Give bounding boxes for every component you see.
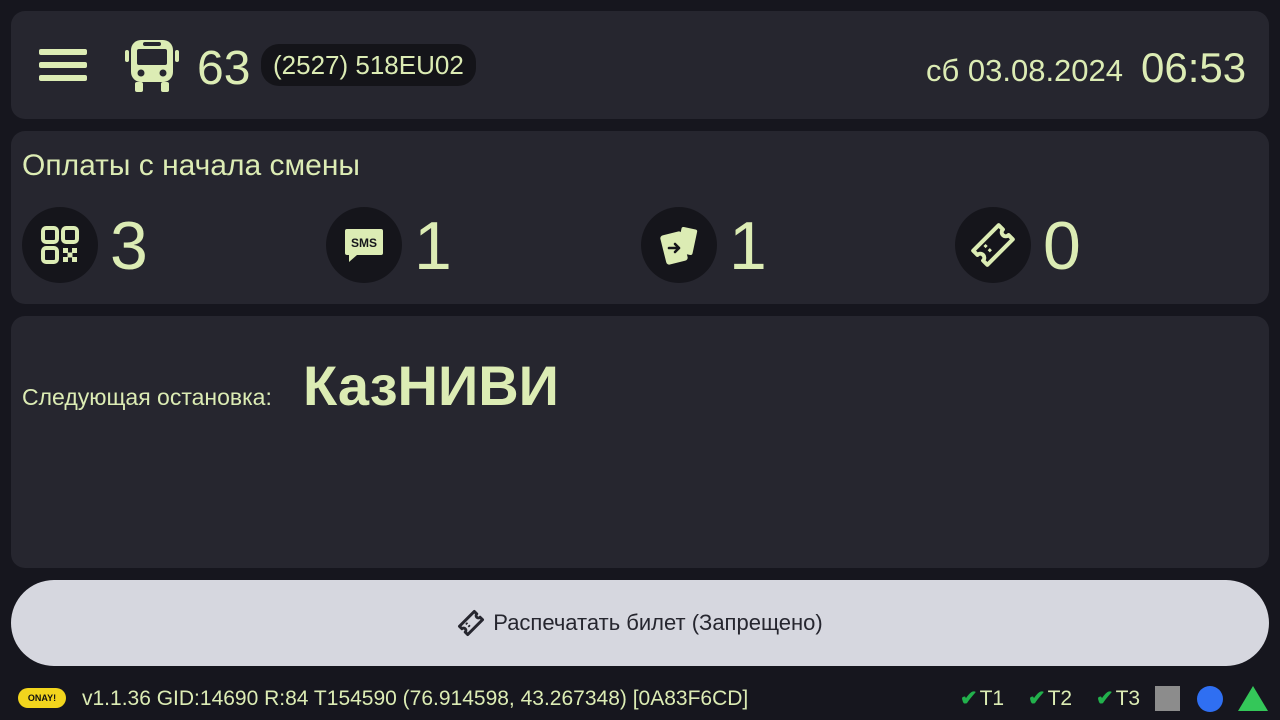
route-number: 63 (197, 42, 251, 95)
qr-code-icon (22, 207, 98, 283)
terminal-t2-status: ✔ T2 (1028, 687, 1073, 710)
vehicle-id-badge: (2527) 518EU02 (261, 44, 476, 86)
gps-status-triangle (1238, 686, 1268, 711)
print-ticket-label: Распечатать билет (Запрещено) (493, 610, 823, 635)
ticket-payment-count: 0 (1043, 208, 1081, 284)
check-icon: ✔ (960, 687, 978, 710)
sms-icon: SMS (326, 207, 402, 283)
printer-status-square (1155, 686, 1180, 711)
onay-logo: ONAY! (18, 688, 66, 708)
header-panel: 63 (2527) 518EU02 сб 03.08.2024 06:53 (11, 11, 1269, 119)
bus-icon (125, 40, 179, 92)
card-payment-count: 1 (729, 208, 767, 284)
current-time: 06:53 (1141, 44, 1247, 91)
next-stop-name: КазНИВИ (303, 354, 559, 417)
check-icon: ✔ (1096, 687, 1114, 710)
terminal-t1-status: ✔ T1 (960, 687, 1005, 710)
print-ticket-button[interactable]: Распечатать билет (Запрещено) (11, 580, 1269, 666)
sms-payment-count: 1 (414, 208, 452, 284)
status-bar: ONAY! v1.1.36 GID:14690 R:84 T154590 (76… (0, 676, 1280, 720)
ticket-icon (458, 609, 485, 637)
next-stop-label: Следующая остановка: (22, 384, 272, 410)
qr-payment-count: 3 (110, 208, 148, 284)
payments-title: Оплаты с начала смены (22, 149, 360, 182)
current-date: сб 03.08.2024 (926, 53, 1124, 88)
system-info: v1.1.36 GID:14690 R:84 T154590 (76.91459… (82, 687, 749, 710)
next-stop-panel: Следующая остановка: КазНИВИ (11, 316, 1269, 568)
menu-icon (39, 49, 87, 55)
ticket-icon (955, 207, 1031, 283)
connection-status-dot (1197, 686, 1223, 712)
payments-panel: Оплаты с начала смены 3 SMS 1 1 0 (11, 131, 1269, 304)
check-icon: ✔ (1028, 687, 1046, 710)
svg-text:SMS: SMS (351, 236, 377, 250)
menu-button[interactable] (39, 49, 89, 85)
terminal-t3-status: ✔ T3 (1096, 687, 1141, 710)
card-tap-icon (641, 207, 717, 283)
